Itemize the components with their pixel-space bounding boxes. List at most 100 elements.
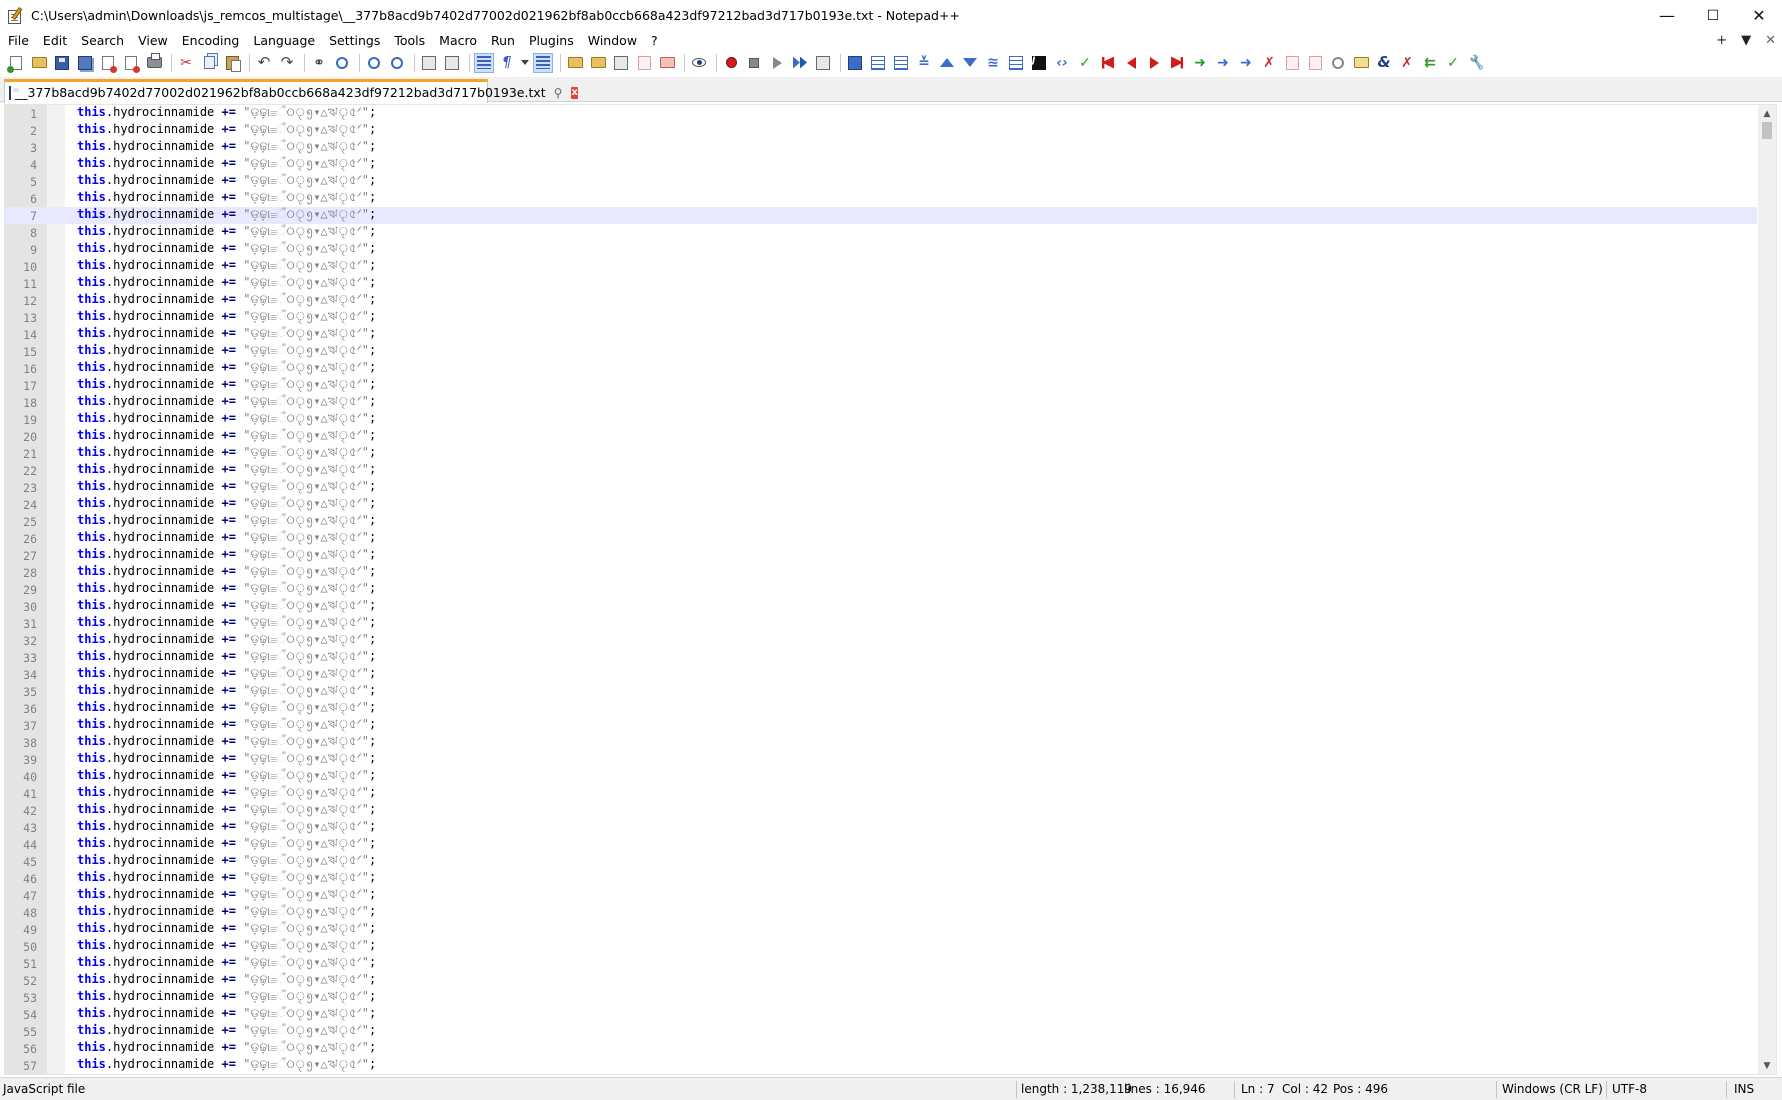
code-line[interactable]: 26 this.hydrocinnamide += "ଡ଼ଢ଼ା≡ଁଠৃ᪅▾△ঋৃ… [5,530,1757,547]
code-line[interactable]: 44 this.hydrocinnamide += "ଡ଼ଢ଼ା≡ଁଠৃ᪅▾△ঋৃ… [5,836,1757,853]
code-line[interactable]: 15 this.hydrocinnamide += "ଡ଼ଢ଼ା≡ଁଠৃ᪅▾△ঋৃ… [5,343,1757,360]
undo-button[interactable]: ↶ [254,53,274,73]
code-line[interactable]: 10 this.hydrocinnamide += "ଡ଼ଢ଼ା≡ଁଠৃ᪅▾△ঋৃ… [5,258,1757,275]
tab-list-dropdown[interactable]: ▼ [1741,33,1751,48]
code-line[interactable]: 42 this.hydrocinnamide += "ଡ଼ଢ଼ା≡ଁଠৃ᪅▾△ঋৃ… [5,802,1757,819]
plugin-button-20[interactable] [1282,53,1302,73]
code-line[interactable]: 18 this.hydrocinnamide += "ଡ଼ଢ଼ା≡ଁଠৃ᪅▾△ঋৃ… [5,394,1757,411]
code-line[interactable]: 25 this.hydrocinnamide += "ଡ଼ଢ଼ା≡ଁଠৃ᪅▾△ঋৃ… [5,513,1757,530]
code-line[interactable]: 57 this.hydrocinnamide += "ଡ଼ଢ଼ା≡ଁଠৃ᪅▾△ঋৃ… [5,1057,1757,1074]
minimize-button[interactable]: — [1644,0,1690,31]
word-wrap-button[interactable] [474,52,494,73]
sync-horizontal-button[interactable] [442,53,462,73]
close-all-button[interactable] [121,53,141,73]
menu-settings[interactable]: Settings [322,31,387,50]
stop-macro-button[interactable] [744,53,764,73]
monitoring-button[interactable] [657,53,677,73]
plugin-button-11[interactable]: ✓ [1075,53,1095,73]
code-line[interactable]: 22 this.hydrocinnamide += "ଡ଼ଢ଼ା≡ଁଠৃ᪅▾△ঋৃ… [5,462,1757,479]
plugin-button-16[interactable]: ➜ [1190,53,1210,73]
plugin-button-12[interactable] [1098,53,1118,73]
plugin-button-7[interactable]: ≊ [983,53,1003,73]
code-line[interactable]: 8 this.hydrocinnamide += "ଡ଼ଢ଼ା≡ଁଠৃ᪅▾△ঋৃ৫… [5,224,1757,241]
print-button[interactable] [144,53,164,73]
plugin-button-14[interactable] [1144,53,1164,73]
code-line[interactable]: 11 this.hydrocinnamide += "ଡ଼ଢ଼ା≡ଁଠৃ᪅▾△ঋৃ… [5,275,1757,292]
plugin-button-27[interactable]: ✓ [1443,53,1463,73]
plugin-button-8[interactable] [1006,53,1026,73]
plugin-button-28[interactable]: 🔧 [1466,53,1486,73]
code-line[interactable]: 33 this.hydrocinnamide += "ଡ଼ଢ଼ା≡ଁଠৃ᪅▾△ঋৃ… [5,649,1757,666]
menu-macro[interactable]: Macro [432,31,484,50]
menu-tools[interactable]: Tools [387,31,432,50]
menu-file[interactable]: File [0,31,36,50]
plugin-button-25[interactable]: ✗ [1397,53,1417,73]
code-line[interactable]: 27 this.hydrocinnamide += "ଡ଼ଢ଼ା≡ଁଠৃ᪅▾△ঋৃ… [5,547,1757,564]
save-macro-button[interactable] [813,53,833,73]
zoom-out-button[interactable] [387,53,407,73]
view-preview-button[interactable] [689,53,709,73]
code-line[interactable]: 23 this.hydrocinnamide += "ଡ଼ଢ଼ା≡ଁଠৃ᪅▾△ঋৃ… [5,479,1757,496]
code-line[interactable]: 38 this.hydrocinnamide += "ଡ଼ଢ଼ା≡ଁଠৃ᪅▾△ঋৃ… [5,734,1757,751]
code-line[interactable]: 31 this.hydrocinnamide += "ଡ଼ଢ଼ା≡ଁଠৃ᪅▾△ঋৃ… [5,615,1757,632]
save-button[interactable] [52,53,72,73]
code-line[interactable]: 46 this.hydrocinnamide += "ଡ଼ଢ଼ା≡ଁଠৃ᪅▾△ঋৃ… [5,870,1757,887]
define-language-button[interactable] [565,53,585,73]
copy-button[interactable] [199,53,219,73]
menu-encoding[interactable]: Encoding [175,31,247,50]
plugin-button-4[interactable]: ≚ [914,53,934,73]
show-all-characters-button[interactable]: ¶ [497,53,517,73]
run-macro-multiple-button[interactable] [790,53,810,73]
code-line[interactable]: 14 this.hydrocinnamide += "ଡ଼ଢ଼ା≡ଁଠৃ᪅▾△ঋৃ… [5,326,1757,343]
current-code-line[interactable]: 7 this.hydrocinnamide += "ଡ଼ଢ଼ା≡ଁଠৃ᪅▾△ঋৃ৫… [5,207,1757,224]
replace-button[interactable] [332,53,352,73]
save-all-button[interactable] [75,53,95,73]
plugin-button-13[interactable] [1121,53,1141,73]
code-line[interactable]: 55 this.hydrocinnamide += "ଡ଼ଢ଼ା≡ଁଠৃ᪅▾△ঋৃ… [5,1023,1757,1040]
document-tab[interactable]: __377b8acd9b7402d77002d021962bf8ab0ccb66… [4,79,578,103]
code-line[interactable]: 40 this.hydrocinnamide += "ଡ଼ଢ଼ା≡ଁଠৃ᪅▾△ঋৃ… [5,768,1757,785]
plugin-button-15[interactable] [1167,53,1187,73]
record-macro-button[interactable] [721,53,741,73]
code-line[interactable]: 39 this.hydrocinnamide += "ଡ଼ଢ଼ା≡ଁଠৃ᪅▾△ঋৃ… [5,751,1757,768]
code-line[interactable]: 5 this.hydrocinnamide += "ଡ଼ଢ଼ା≡ଁଠৃ᪅▾△ঋৃ৫… [5,173,1757,190]
code-line[interactable]: 51 this.hydrocinnamide += "ଡ଼ଢ଼ା≡ଁଠৃ᪅▾△ঋৃ… [5,955,1757,972]
code-line[interactable]: 43 this.hydrocinnamide += "ଡ଼ଢ଼ା≡ଁଠৃ᪅▾△ঋৃ… [5,819,1757,836]
code-line[interactable]: 32 this.hydrocinnamide += "ଡ଼ଢ଼ା≡ଁଠৃ᪅▾△ঋৃ… [5,632,1757,649]
menu-view[interactable]: View [131,31,175,50]
code-line[interactable]: 16 this.hydrocinnamide += "ଡ଼ଢ଼ା≡ଁଠৃ᪅▾△ঋৃ… [5,360,1757,377]
scroll-up-icon[interactable]: ▲ [1758,105,1776,122]
code-line[interactable]: 28 this.hydrocinnamide += "ଡ଼ଢ଼ା≡ଁଠৃ᪅▾△ঋৃ… [5,564,1757,581]
menu-language[interactable]: Language [246,31,322,50]
code-line[interactable]: 36 this.hydrocinnamide += "ଡ଼ଢ଼ା≡ଁଠৃ᪅▾△ঋৃ… [5,700,1757,717]
code-line[interactable]: 1 this.hydrocinnamide += "ଡ଼ଢ଼ା≡ଁଠৃ᪅▾△ঋৃ৫… [5,105,1757,122]
editor-pane[interactable]: 1 this.hydrocinnamide += "ଡ଼ଢ଼ା≡ଁଠৃ᪅▾△ঋৃ৫… [4,104,1777,1075]
open-file-button[interactable] [29,53,49,73]
code-line[interactable]: 49 this.hydrocinnamide += "ଡ଼ଢ଼ା≡ଁଠৃ᪅▾△ঋৃ… [5,921,1757,938]
plugin-button-19[interactable]: ✗ [1259,53,1279,73]
plugin-button-5[interactable] [937,53,957,73]
code-line[interactable]: 13 this.hydrocinnamide += "ଡ଼ଢ଼ା≡ଁଠৃ᪅▾△ঋৃ… [5,309,1757,326]
plugin-button-17[interactable]: ➜ [1213,53,1233,73]
vertical-scrollbar[interactable]: ▲ ▼ [1758,105,1776,1074]
close-file-button[interactable] [98,53,118,73]
code-line[interactable]: 34 this.hydrocinnamide += "ଡ଼ଢ଼ା≡ଁଠৃ᪅▾△ঋৃ… [5,666,1757,683]
paste-button[interactable] [222,53,242,73]
menu-plugins[interactable]: Plugins [522,31,581,50]
document-map-button[interactable] [588,53,608,73]
plugin-button-6[interactable] [960,53,980,73]
code-line[interactable]: 19 this.hydrocinnamide += "ଡ଼ଢ଼ା≡ଁଠৃ᪅▾△ঋৃ… [5,411,1757,428]
code-line[interactable]: 54 this.hydrocinnamide += "ଡ଼ଢ଼ା≡ଁଠৃ᪅▾△ঋৃ… [5,1006,1757,1023]
code-line[interactable]: 30 this.hydrocinnamide += "ଡ଼ଢ଼ା≡ଁଠৃ᪅▾△ঋৃ… [5,598,1757,615]
code-line[interactable]: 56 this.hydrocinnamide += "ଡ଼ଢ଼ା≡ଁଠৃ᪅▾△ঋৃ… [5,1040,1757,1057]
show-all-dropdown[interactable] [520,53,530,73]
code-line[interactable]: 52 this.hydrocinnamide += "ଡ଼ଢ଼ା≡ଁଠৃ᪅▾△ঋৃ… [5,972,1757,989]
plugin-button-1[interactable] [845,53,865,73]
close-document-button[interactable]: ✕ [1765,33,1776,48]
code-line[interactable]: 37 this.hydrocinnamide += "ଡ଼ଢ଼ା≡ଁଠৃ᪅▾△ঋৃ… [5,717,1757,734]
menu-window[interactable]: Window [581,31,644,50]
plugin-button-18[interactable]: ➜ [1236,53,1256,73]
code-line[interactable]: 50 this.hydrocinnamide += "ଡ଼ଢ଼ା≡ଁଠৃ᪅▾△ঋৃ… [5,938,1757,955]
new-file-button[interactable] [6,53,26,73]
plugin-button-23[interactable] [1351,53,1371,73]
